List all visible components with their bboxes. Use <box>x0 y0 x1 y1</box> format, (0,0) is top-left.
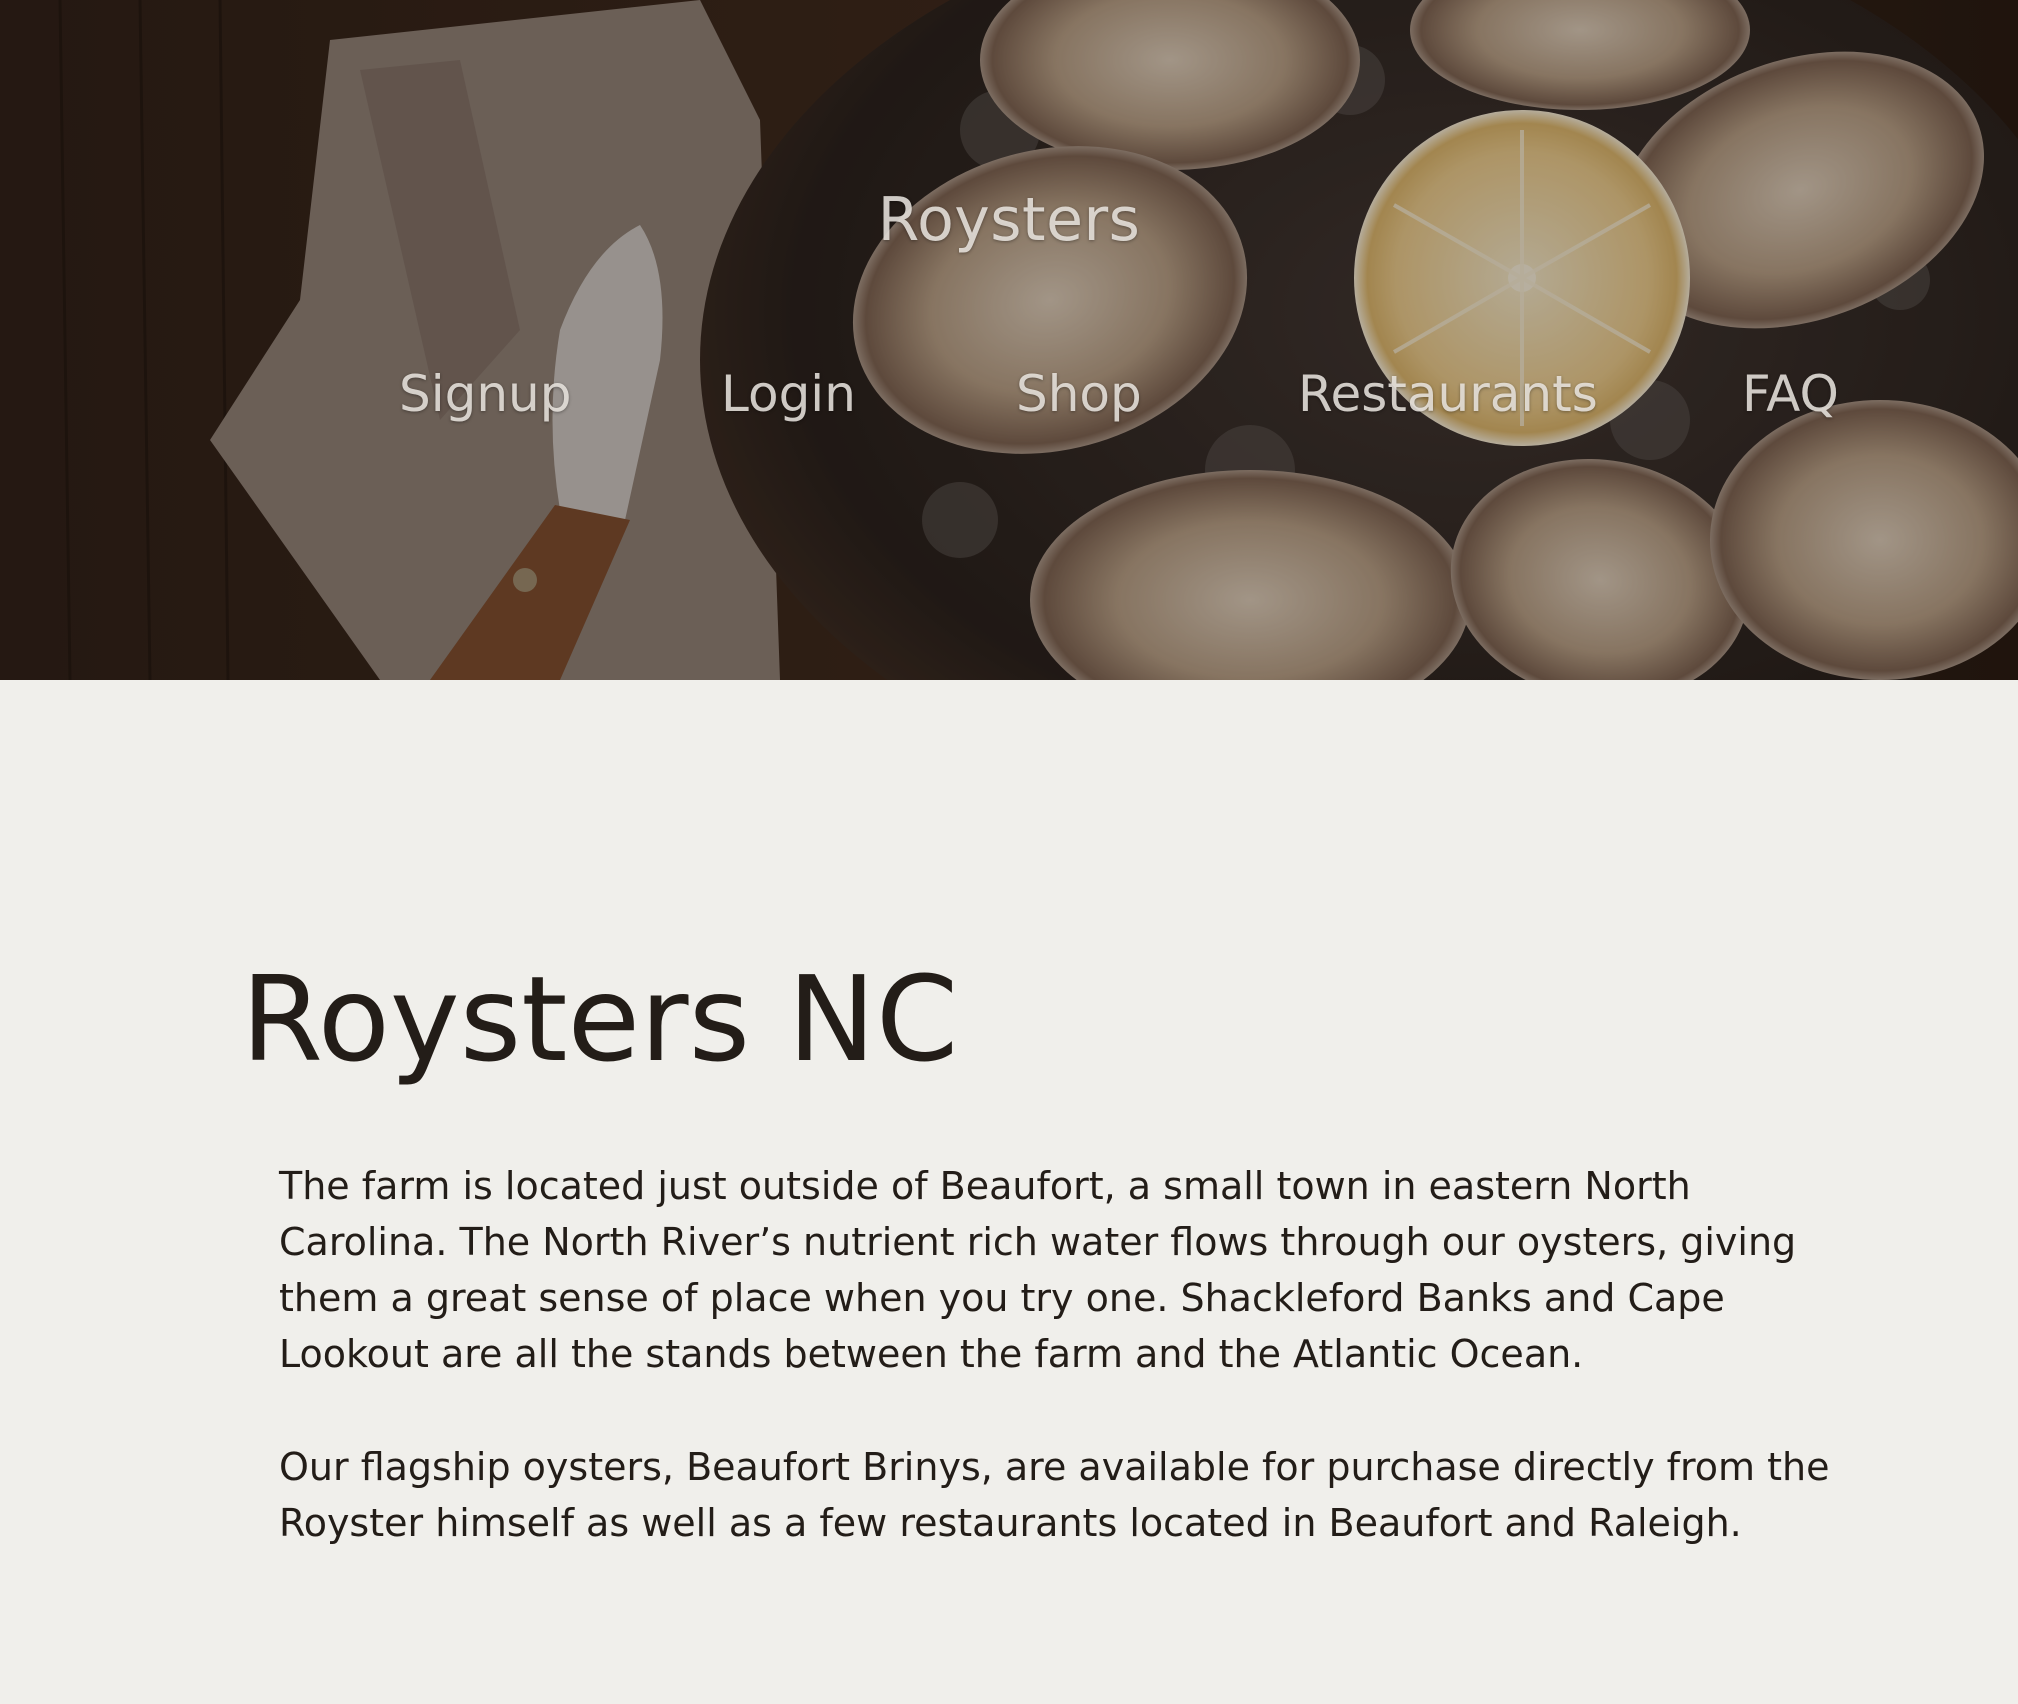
site-brand[interactable]: Roysters <box>0 185 2018 255</box>
page-title: Roysters NC <box>241 950 959 1088</box>
nav-shop-link[interactable]: Shop <box>1016 365 1142 423</box>
about-paragraph-flagship: Our flagship oysters, Beaufort Brinys, a… <box>279 1445 1830 1545</box>
nav-faq-link[interactable]: FAQ <box>1742 365 1839 423</box>
nav-signup-link[interactable]: Signup <box>399 365 572 423</box>
nav-login-link[interactable]: Login <box>721 365 856 423</box>
about-paragraph-farm: The farm is located just outside of Beau… <box>279 1164 1797 1376</box>
hero-overlay <box>0 0 2018 680</box>
hero-banner: Roysters Signup Login Shop Restaurants F… <box>0 0 2018 680</box>
nav-restaurants-link[interactable]: Restaurants <box>1298 365 1598 423</box>
